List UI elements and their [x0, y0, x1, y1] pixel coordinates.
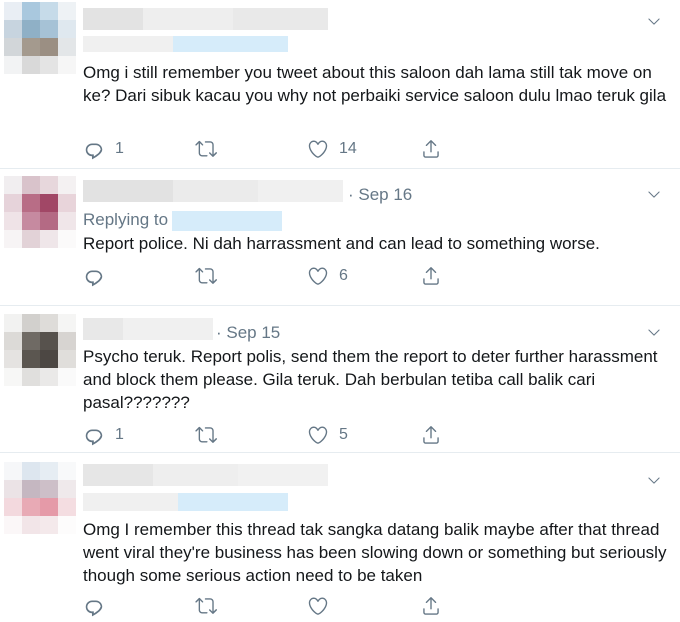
chevron-down-icon[interactable]	[646, 186, 662, 202]
heart-icon	[307, 595, 329, 617]
tweet-actions: 6	[83, 264, 463, 288]
share-icon	[420, 138, 442, 160]
chevron-down-icon[interactable]	[646, 472, 662, 488]
author-handle-blurred[interactable]	[83, 36, 288, 52]
share-icon	[420, 424, 442, 446]
heart-icon	[307, 424, 329, 446]
avatar[interactable]	[4, 462, 76, 534]
tweet-text: Omg i still remember you tweet about thi…	[83, 63, 667, 105]
tweet[interactable]: · Sep 15 Psycho teruk. Report polis, sen…	[0, 306, 680, 452]
heart-icon	[307, 138, 329, 160]
tweet[interactable]: · Sep 16 Replying to Report police. Ni d…	[0, 169, 680, 305]
tweet-actions: 1 14	[83, 137, 463, 161]
reply-count: 1	[115, 140, 124, 157]
author-name-blurred[interactable]	[83, 8, 328, 30]
retweet-button[interactable]	[195, 137, 227, 161]
like-button[interactable]	[307, 594, 339, 618]
chevron-down-icon[interactable]	[646, 324, 662, 340]
author-handle-blurred[interactable]	[83, 493, 288, 511]
share-button[interactable]	[420, 594, 442, 618]
share-button[interactable]	[420, 264, 442, 288]
reply-icon	[83, 595, 105, 617]
tweet-text: Omg I remember this thread tak sangka da…	[83, 520, 667, 585]
like-count: 5	[339, 426, 348, 443]
reply-button[interactable]	[83, 594, 115, 618]
avatar[interactable]	[4, 176, 76, 248]
share-button[interactable]	[420, 137, 442, 161]
retweet-icon	[195, 138, 217, 160]
author-name-blurred[interactable]	[83, 464, 328, 486]
share-icon	[420, 265, 442, 287]
reply-button[interactable]	[83, 264, 115, 288]
tweet-actions	[83, 594, 463, 618]
heart-icon	[307, 265, 329, 287]
tweet-actions: 1 5	[83, 423, 463, 447]
tweet[interactable]: Omg I remember this thread tak sangka da…	[0, 453, 680, 622]
share-icon	[420, 595, 442, 617]
author-name-blurred[interactable]	[83, 180, 343, 202]
mention-link-blurred[interactable]	[172, 210, 283, 231]
share-button[interactable]	[420, 423, 442, 447]
avatar[interactable]	[4, 2, 76, 74]
retweet-icon	[195, 595, 217, 617]
like-count: 14	[339, 140, 357, 157]
reply-icon	[83, 424, 105, 446]
tweet-text: Report police. Ni dah harrassment and ca…	[83, 234, 600, 253]
retweet-button[interactable]	[195, 423, 227, 447]
tweet-text: Psycho teruk. Report polis, send them th…	[83, 347, 658, 412]
like-button[interactable]: 5	[307, 423, 348, 447]
replying-to-label: Replying to	[83, 210, 169, 229]
reply-button[interactable]: 1	[83, 423, 124, 447]
retweet-button[interactable]	[195, 264, 227, 288]
replying-to: Replying to	[83, 210, 283, 231]
reply-icon	[83, 265, 105, 287]
like-count: 6	[339, 267, 348, 284]
tweet[interactable]: Omg i still remember you tweet about thi…	[0, 0, 680, 168]
retweet-button[interactable]	[195, 594, 227, 618]
reply-button[interactable]: 1	[83, 137, 124, 161]
retweet-icon	[195, 424, 217, 446]
tweet-date[interactable]: · Sep 15	[216, 323, 280, 343]
like-button[interactable]: 14	[307, 137, 357, 161]
avatar[interactable]	[4, 314, 76, 386]
author-name-blurred[interactable]	[83, 318, 213, 340]
chevron-down-icon[interactable]	[646, 13, 662, 29]
reply-count: 1	[115, 426, 124, 443]
tweet-date[interactable]: · Sep 16	[348, 185, 412, 205]
retweet-icon	[195, 265, 217, 287]
reply-icon	[83, 138, 105, 160]
like-button[interactable]: 6	[307, 264, 348, 288]
